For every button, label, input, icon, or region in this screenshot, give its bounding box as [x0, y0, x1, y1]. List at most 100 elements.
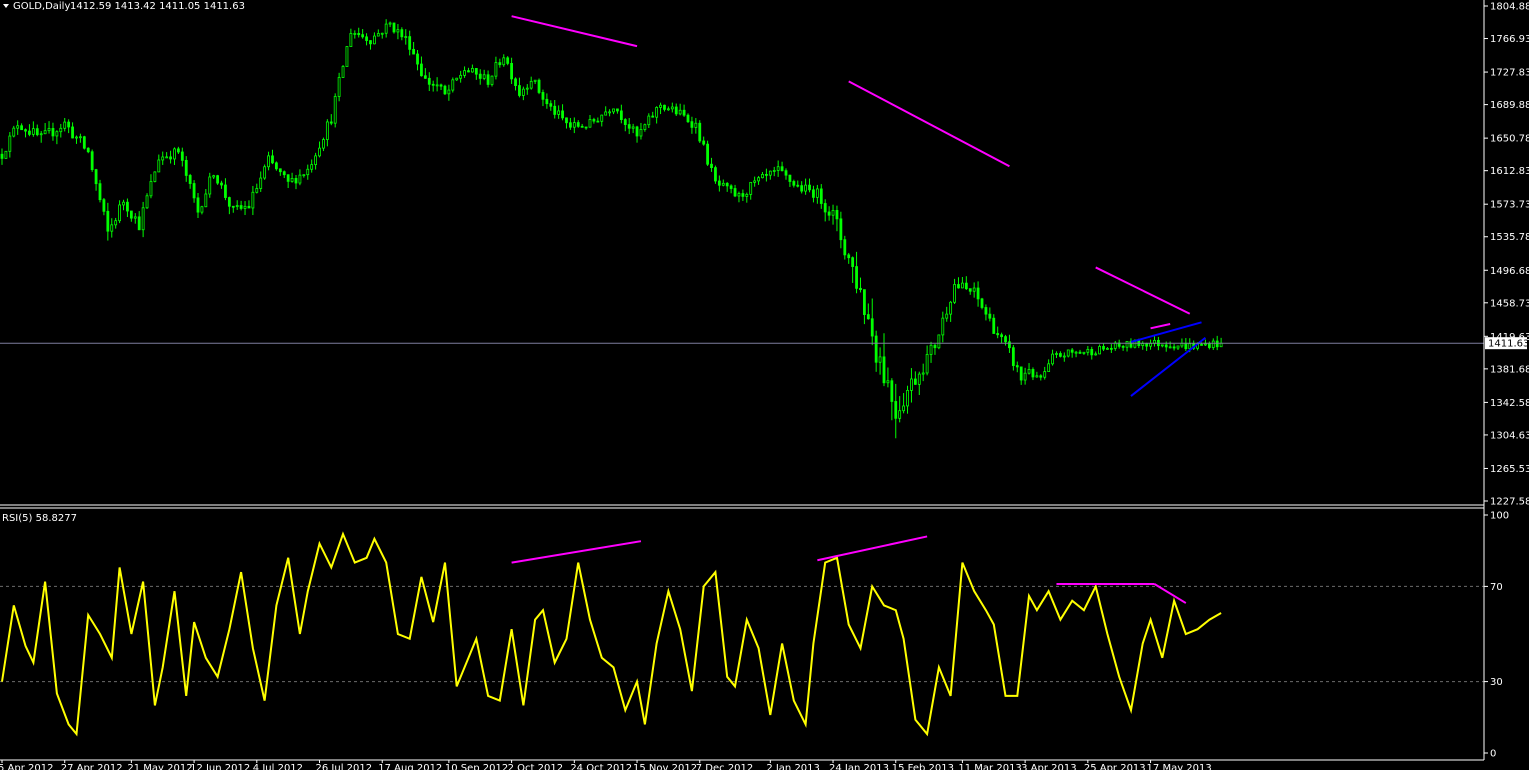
- candle-body: [561, 110, 564, 119]
- x-tick-label: 27 Apr 2012: [61, 763, 123, 770]
- candle-body: [184, 159, 188, 176]
- candle-body: [1102, 346, 1105, 350]
- candle-body: [667, 108, 670, 111]
- ohlc-header: 1412.59 1413.42 1411.05 1411.63: [70, 1, 245, 12]
- candle-body: [192, 183, 196, 199]
- candle-body: [51, 128, 55, 137]
- candle-body: [157, 159, 161, 173]
- candle-body: [596, 120, 600, 123]
- candle-body: [521, 88, 525, 96]
- candle-body: [1031, 369, 1035, 378]
- candle-body: [945, 313, 949, 319]
- candle-body: [541, 92, 545, 100]
- candle-body: [227, 197, 231, 207]
- x-tick-label: 3 Apr 2013: [1021, 763, 1076, 770]
- candle-body: [1188, 343, 1192, 350]
- candle-body: [1168, 346, 1172, 349]
- x-tick-label: 11 Mar 2013: [958, 763, 1021, 770]
- x-tick-label: 21 May 2012: [127, 763, 192, 770]
- candle-body: [686, 114, 690, 123]
- candle-body: [608, 111, 611, 114]
- candle-body: [714, 167, 717, 182]
- candle-body: [619, 110, 623, 120]
- candle-body: [623, 119, 627, 125]
- candle-body: [812, 189, 815, 198]
- candle-body: [243, 205, 247, 209]
- candle-body: [800, 185, 804, 192]
- candle-body: [1019, 366, 1023, 381]
- rsi-y-tick-label: 30: [1490, 677, 1503, 688]
- candle-body: [423, 75, 427, 79]
- price-y-tick-label: 1804.88: [1490, 2, 1529, 13]
- candle-body: [294, 177, 298, 184]
- candle-body: [749, 181, 753, 195]
- candle-body: [365, 36, 368, 41]
- candle-body: [8, 135, 12, 152]
- candle-body: [1164, 344, 1168, 348]
- candle-body: [565, 117, 568, 124]
- candle-body: [1047, 363, 1051, 372]
- candle-body: [737, 193, 741, 197]
- candle-body: [847, 254, 851, 259]
- candle-body: [400, 29, 404, 38]
- price-y-tick-label: 1766.93: [1490, 34, 1529, 45]
- candle-body: [870, 318, 874, 337]
- candle-body: [47, 128, 51, 132]
- candle-body: [588, 119, 592, 128]
- candle-body: [678, 109, 682, 115]
- candle-body: [204, 193, 208, 208]
- candle-body: [271, 155, 274, 164]
- candle-body: [757, 177, 760, 182]
- price-y-tick-label: 1650.78: [1490, 134, 1529, 145]
- candle-body: [1200, 344, 1203, 346]
- x-tick-label: 17 May 2013: [1147, 763, 1212, 770]
- candle-body: [200, 206, 204, 213]
- candle-body: [674, 106, 678, 115]
- candle-body: [710, 163, 713, 169]
- price-y-tick-label: 1535.78: [1490, 232, 1529, 243]
- candle-body: [1082, 351, 1086, 354]
- candle-body: [463, 70, 466, 76]
- candle-body: [659, 104, 662, 108]
- candle-body: [55, 131, 59, 137]
- candle-body: [396, 29, 400, 33]
- candle-body: [792, 181, 796, 186]
- candle-body: [553, 105, 557, 115]
- candle-body: [122, 201, 125, 206]
- candle-body: [1160, 344, 1164, 347]
- candle-body: [690, 121, 694, 128]
- candle-body: [302, 174, 306, 177]
- candle-body: [835, 210, 839, 220]
- candle-body: [1184, 342, 1188, 350]
- candle-body: [698, 122, 702, 142]
- candle-body: [780, 166, 784, 172]
- candle-body: [729, 185, 733, 189]
- chart-canvas: 1804.88 1766.93 1727.83 1689.88 1650.78 1612.…: [0, 0, 1529, 770]
- candle-body: [455, 77, 459, 81]
- candle-body: [851, 257, 855, 267]
- candle-body: [28, 130, 31, 135]
- candle-body: [412, 48, 416, 55]
- candle-body: [278, 168, 282, 173]
- candle-body: [776, 166, 780, 171]
- candle-body: [949, 301, 953, 315]
- candle-body: [39, 133, 43, 136]
- candle-body: [569, 122, 572, 128]
- x-tick-label: 15 Nov 2012: [633, 763, 697, 770]
- candle-body: [361, 34, 365, 38]
- price-y-tick-label: 1689.88: [1490, 100, 1529, 111]
- x-tick-label: 15 Feb 2013: [892, 763, 954, 770]
- candle-body: [1055, 353, 1058, 355]
- candle-body: [251, 191, 255, 209]
- candle-body: [1015, 365, 1019, 368]
- candle-body: [533, 79, 537, 82]
- rsi-y-tick-label: 0: [1490, 749, 1496, 760]
- candle-body: [290, 177, 294, 182]
- price-y-tick-label: 1304.63: [1490, 430, 1529, 441]
- candle-body: [702, 140, 706, 145]
- candle-body: [173, 148, 176, 160]
- candle-body: [1141, 343, 1145, 347]
- candle-body: [82, 136, 86, 149]
- candle-body: [20, 125, 24, 131]
- candle-body: [439, 84, 443, 87]
